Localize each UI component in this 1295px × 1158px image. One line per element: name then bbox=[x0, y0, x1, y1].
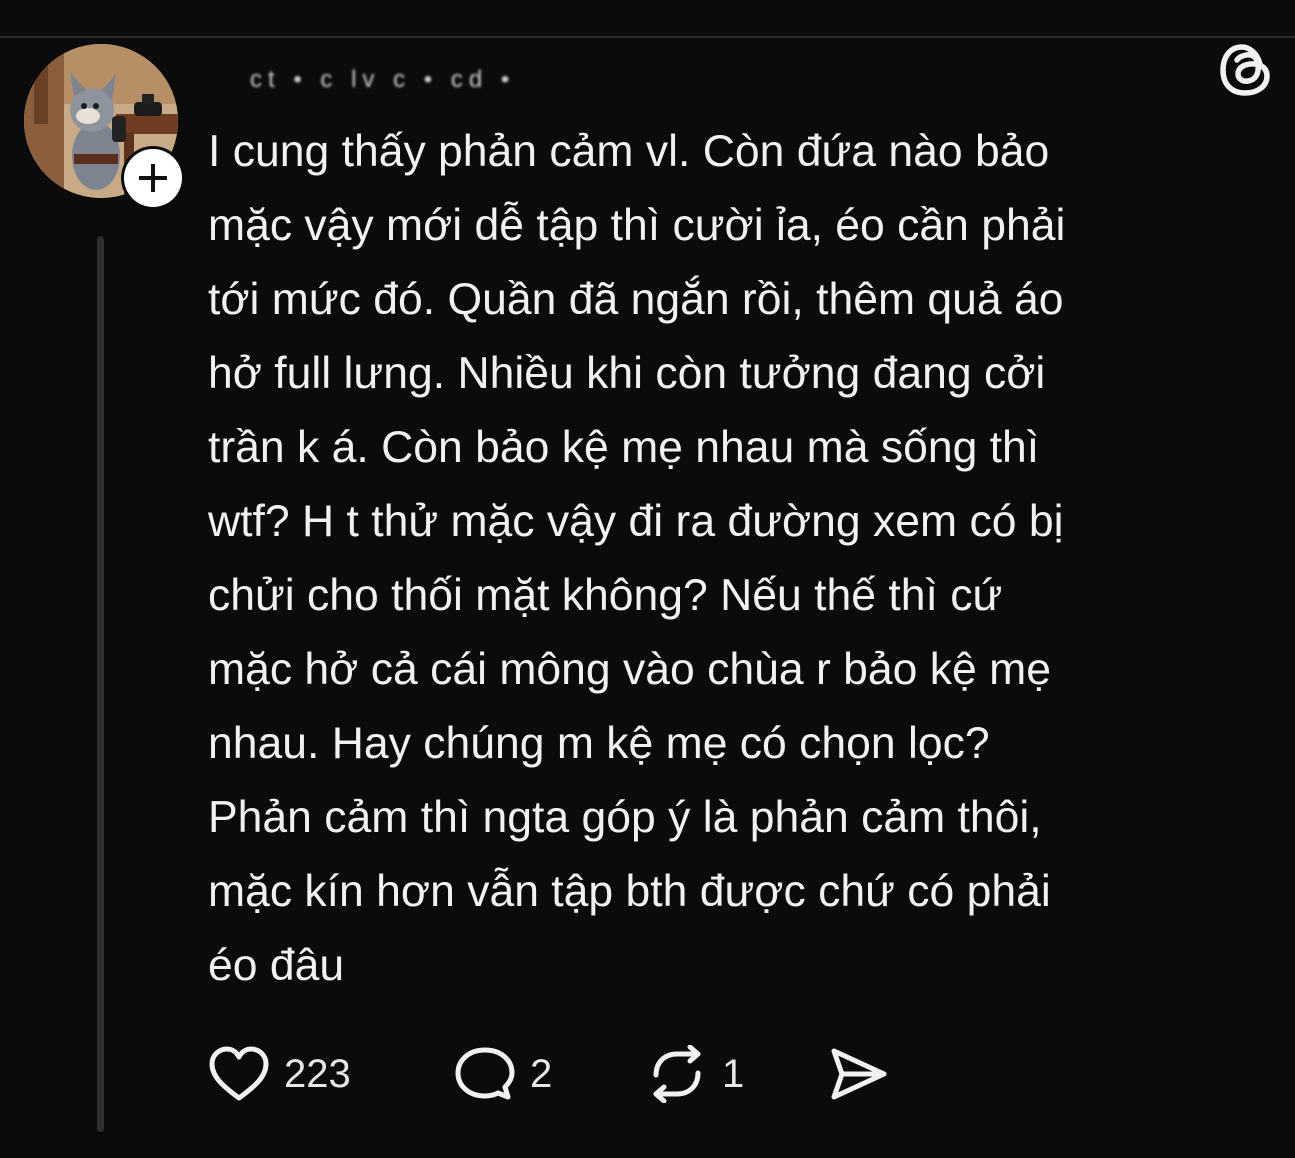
author-handle[interactable]: ct • c lv c • cd • bbox=[250, 66, 515, 94]
repost-icon bbox=[653, 1045, 701, 1103]
post-text-line: trần k á. Còn bảo kệ mẹ nhau mà sống thì bbox=[208, 423, 1040, 472]
post-text-line: wtf? H t thử mặc vậy đi ra đường xem có … bbox=[208, 497, 1064, 546]
post-text-line: mặc kín hơn vẫn tập bth được chứ có phải bbox=[208, 867, 1051, 916]
post-actions: 223 2 1 bbox=[208, 1042, 928, 1106]
post-text-line: tới mức đó. Quần đã ngắn rồi, thêm quả á… bbox=[208, 275, 1064, 324]
repost-button[interactable]: 1 bbox=[646, 1042, 744, 1106]
post-text-line: mặc vậy mới dễ tập thì cười ỉa, éo cần p… bbox=[208, 201, 1066, 250]
top-divider bbox=[0, 36, 1295, 38]
post-text-line: nhau. Hay chúng m kệ mẹ có chọn lọc? bbox=[208, 719, 990, 768]
reply-button[interactable]: 2 bbox=[454, 1042, 552, 1106]
threads-logo-icon bbox=[1218, 42, 1274, 98]
like-count: 223 bbox=[284, 1051, 351, 1096]
plus-icon bbox=[124, 149, 182, 207]
post-text-line: éo đâu bbox=[208, 941, 345, 990]
post-text-line: Phản cảm thì ngta góp ý là phản cảm thôi… bbox=[208, 793, 1042, 842]
post-text-line: chửi cho thối mặt không? Nếu thế thì cứ bbox=[208, 571, 1003, 620]
post-text-line: I cung thấy phản cảm vl. Còn đứa nào bảo bbox=[208, 127, 1050, 176]
post-text-line: mặc hở cả cái mông vào chùa r bảo kệ mẹ bbox=[208, 645, 1051, 694]
send-icon bbox=[831, 1048, 887, 1100]
post-text: I cung thấy phản cảm vl. Còn đứa nào bảo… bbox=[208, 115, 1268, 1003]
like-button[interactable]: 223 bbox=[208, 1042, 351, 1106]
speech-bubble-icon bbox=[455, 1047, 515, 1100]
reply-count: 2 bbox=[530, 1051, 553, 1096]
repost-count: 1 bbox=[722, 1051, 745, 1096]
post-text-line: hở full lưng. Nhiều khi còn tưởng đang c… bbox=[208, 349, 1046, 398]
thread-line bbox=[97, 236, 104, 1132]
heart-icon bbox=[209, 1046, 269, 1101]
share-button[interactable] bbox=[828, 1042, 890, 1106]
follow-button[interactable] bbox=[121, 146, 185, 210]
